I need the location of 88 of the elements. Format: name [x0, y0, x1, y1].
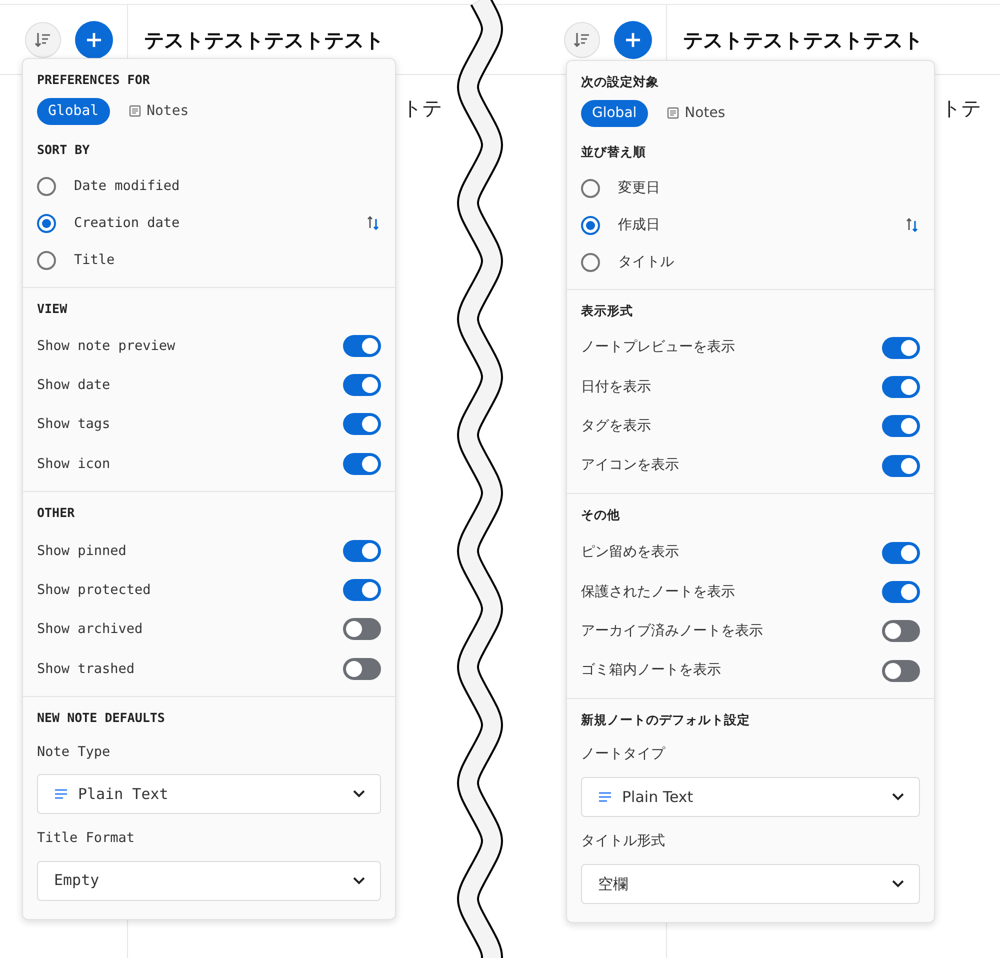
note-title: トテ: [941, 95, 981, 122]
plus-icon: [85, 30, 103, 48]
toggle-label: ノートプレビューを表示: [581, 338, 735, 358]
toggle-switch[interactable]: [882, 376, 920, 398]
toggle-switch[interactable]: [882, 542, 920, 564]
scope-chip[interactable]: Notes: [118, 98, 200, 125]
note-title: テストテストテストテスト: [144, 26, 384, 54]
section-heading: 並び替え順: [581, 142, 647, 161]
toggle-label: Show tags: [37, 415, 110, 434]
field-label: Note Type: [37, 743, 112, 762]
sort-icon: [573, 30, 591, 48]
toggle-switch[interactable]: [343, 658, 381, 680]
toggle-switch[interactable]: [343, 618, 381, 640]
sort-direction-icon[interactable]: [365, 215, 381, 231]
toggle-label: Show trashed: [37, 660, 135, 679]
note-title: テストテストテストテスト: [683, 26, 923, 54]
field-label: Title Format: [37, 829, 136, 848]
scope-chip[interactable]: Notes: [656, 100, 736, 127]
field-label: タイトル形式: [581, 832, 666, 852]
option-label: Title: [74, 250, 116, 270]
option-label: タイトル: [618, 252, 675, 272]
toggle-label: Show icon: [37, 454, 110, 474]
toggle-label: タグを表示: [581, 416, 651, 436]
chevron-down-icon: [352, 789, 366, 800]
toggle-switch[interactable]: [343, 374, 381, 396]
toggle-label: Show date: [37, 376, 110, 396]
note-icon: [128, 105, 141, 118]
toggle-label: 日付を表示: [581, 378, 651, 397]
toggle-switch[interactable]: [882, 660, 920, 682]
toggle-label: 保護されたノートを表示: [581, 582, 735, 602]
toggle-switch[interactable]: [343, 334, 381, 357]
toggle-label: Show archived: [37, 620, 143, 640]
section-heading: 新規ノートのデフォルト設定: [581, 711, 751, 730]
section-heading: PREFERENCES FOR: [37, 71, 151, 89]
toggle-label: ゴミ箱内ノートを表示: [581, 661, 721, 680]
section-heading: その他: [581, 506, 621, 524]
section-heading: VIEW: [37, 300, 68, 318]
toggle-label: アイコンを表示: [581, 456, 679, 476]
select-field[interactable]: Plain Text: [581, 777, 920, 818]
select-field[interactable]: Plain Text: [37, 774, 381, 814]
chevron-down-icon: [891, 879, 905, 890]
toggle-label: ピン留めを表示: [581, 543, 679, 562]
lines-icon: [54, 788, 68, 800]
radio-button[interactable]: [37, 176, 56, 196]
radio-button[interactable]: [581, 252, 600, 272]
select-field[interactable]: 空欄: [581, 864, 920, 904]
scope-chip[interactable]: Global: [37, 98, 110, 125]
option-label: 変更日: [618, 178, 661, 198]
chevron-down-icon: [891, 792, 905, 802]
toggle-switch[interactable]: [882, 336, 920, 359]
option-label: 作成日: [618, 216, 661, 234]
radio-button[interactable]: [581, 216, 600, 234]
radio-button[interactable]: [37, 250, 56, 270]
toggle-switch[interactable]: [882, 415, 920, 438]
option-label: Creation date: [74, 214, 181, 233]
toggle-label: Show protected: [37, 581, 151, 600]
toggle-switch[interactable]: [882, 581, 920, 604]
section-heading: 次の設定対象: [581, 73, 660, 91]
note-icon: [666, 107, 679, 120]
radio-button[interactable]: [37, 214, 56, 232]
chevron-down-icon: [352, 876, 366, 886]
toggle-switch[interactable]: [882, 454, 920, 477]
radio-button[interactable]: [581, 178, 600, 198]
option-label: Date modified: [74, 176, 181, 196]
toggle-label: Show pinned: [37, 542, 126, 561]
sort-direction-icon[interactable]: [904, 217, 920, 233]
section-heading: OTHER: [37, 504, 76, 522]
section-heading: NEW NOTE DEFAULTS: [37, 709, 166, 728]
toggle-switch[interactable]: [343, 413, 381, 436]
toggle-switch[interactable]: [343, 579, 381, 602]
sort-icon: [34, 30, 52, 48]
lines-icon: [598, 791, 612, 804]
toggle-switch[interactable]: [343, 540, 381, 562]
toggle-label: アーカイブ済みノートを表示: [581, 622, 763, 641]
scope-chip[interactable]: Global: [581, 100, 648, 127]
section-heading: 表示形式: [581, 302, 634, 320]
sort-button[interactable]: [25, 22, 61, 58]
toggle-label: Show note preview: [37, 336, 176, 356]
sort-button[interactable]: [564, 22, 600, 58]
note-title: トテ: [402, 95, 442, 122]
section-heading: SORT BY: [37, 140, 91, 159]
select-field[interactable]: Empty: [37, 860, 381, 901]
toggle-switch[interactable]: [343, 452, 381, 475]
plus-icon: [624, 30, 642, 48]
field-label: ノートタイプ: [581, 745, 666, 764]
toggle-switch[interactable]: [882, 620, 920, 642]
new-note-button[interactable]: [614, 20, 652, 58]
new-note-button[interactable]: [75, 20, 113, 58]
